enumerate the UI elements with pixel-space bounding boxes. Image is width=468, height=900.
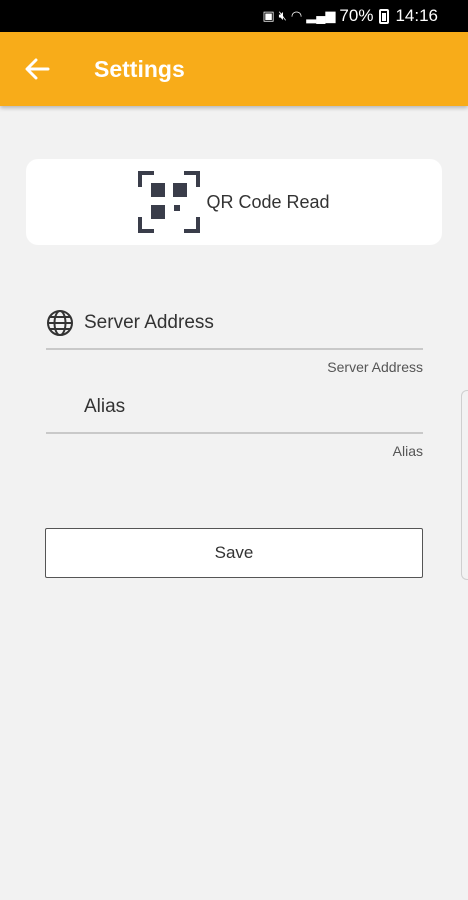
server-address-hint: Server Address <box>327 359 423 375</box>
alias-field: Alias <box>46 382 423 459</box>
qr-scan-icon <box>138 171 201 233</box>
alias-row <box>46 382 423 434</box>
signal-icon: ▂▄▆ <box>306 8 336 23</box>
server-address-input[interactable] <box>84 303 423 343</box>
server-address-field: Server Address <box>46 298 423 375</box>
server-address-row <box>46 298 423 350</box>
back-button[interactable] <box>12 44 62 94</box>
sim-icon: ▣ <box>262 8 275 23</box>
mute-icon: 🔇︎ <box>278 8 287 23</box>
app-bar: Settings <box>0 32 468 106</box>
arrow-left-icon <box>25 58 50 80</box>
save-button[interactable]: Save <box>45 528 423 578</box>
qr-code-read-label: QR Code Read <box>206 191 330 212</box>
side-drawer-handle[interactable] <box>461 390 468 580</box>
wifi-icon: ◠ <box>290 8 303 23</box>
battery-percent: 70% <box>339 6 374 25</box>
qr-code-read-button[interactable]: QR Code Read <box>26 159 442 245</box>
alias-hint: Alias <box>392 443 423 459</box>
globe-icon <box>47 310 73 336</box>
status-bar: ▣ 🔇︎ ◠ ▂▄▆ 70% 14:16 <box>0 0 468 32</box>
alias-input[interactable] <box>84 387 423 427</box>
clock: 14:16 <box>395 6 438 25</box>
page-title: Settings <box>94 55 185 82</box>
battery-icon <box>379 8 390 24</box>
